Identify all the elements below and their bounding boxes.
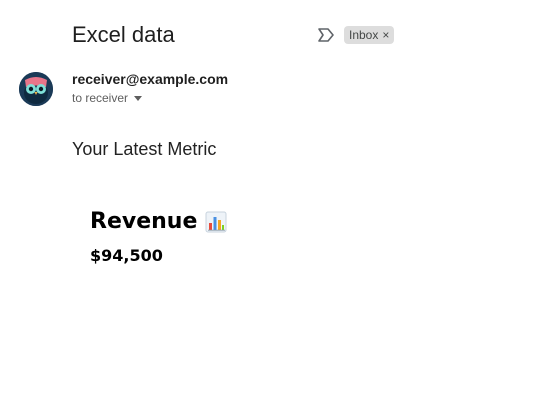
email-subject-row: Excel data (72, 20, 175, 50)
recipient-text: to receiver (72, 91, 129, 105)
recipient-row: to receiver (72, 91, 143, 105)
inbox-label-text: Inbox (349, 28, 379, 42)
bar-chart-emoji-icon (205, 211, 227, 232)
body-intro-text: Your Latest Metric (72, 139, 217, 159)
metric-title: Revenue (90, 209, 198, 234)
owl-avatar-icon (19, 72, 53, 106)
sender-email: receiver@example.com (72, 71, 229, 87)
remove-label-icon[interactable]: × (382, 29, 389, 41)
email-subject: Excel data (72, 22, 175, 47)
caret-down-icon[interactable] (134, 95, 143, 101)
inbox-label-chip[interactable]: Inbox × (344, 26, 395, 44)
avatar[interactable] (19, 72, 53, 106)
importance-marker-icon[interactable] (317, 27, 335, 43)
metric-value: $94,500 (90, 246, 163, 265)
metric-title-row: Revenue (90, 209, 227, 234)
